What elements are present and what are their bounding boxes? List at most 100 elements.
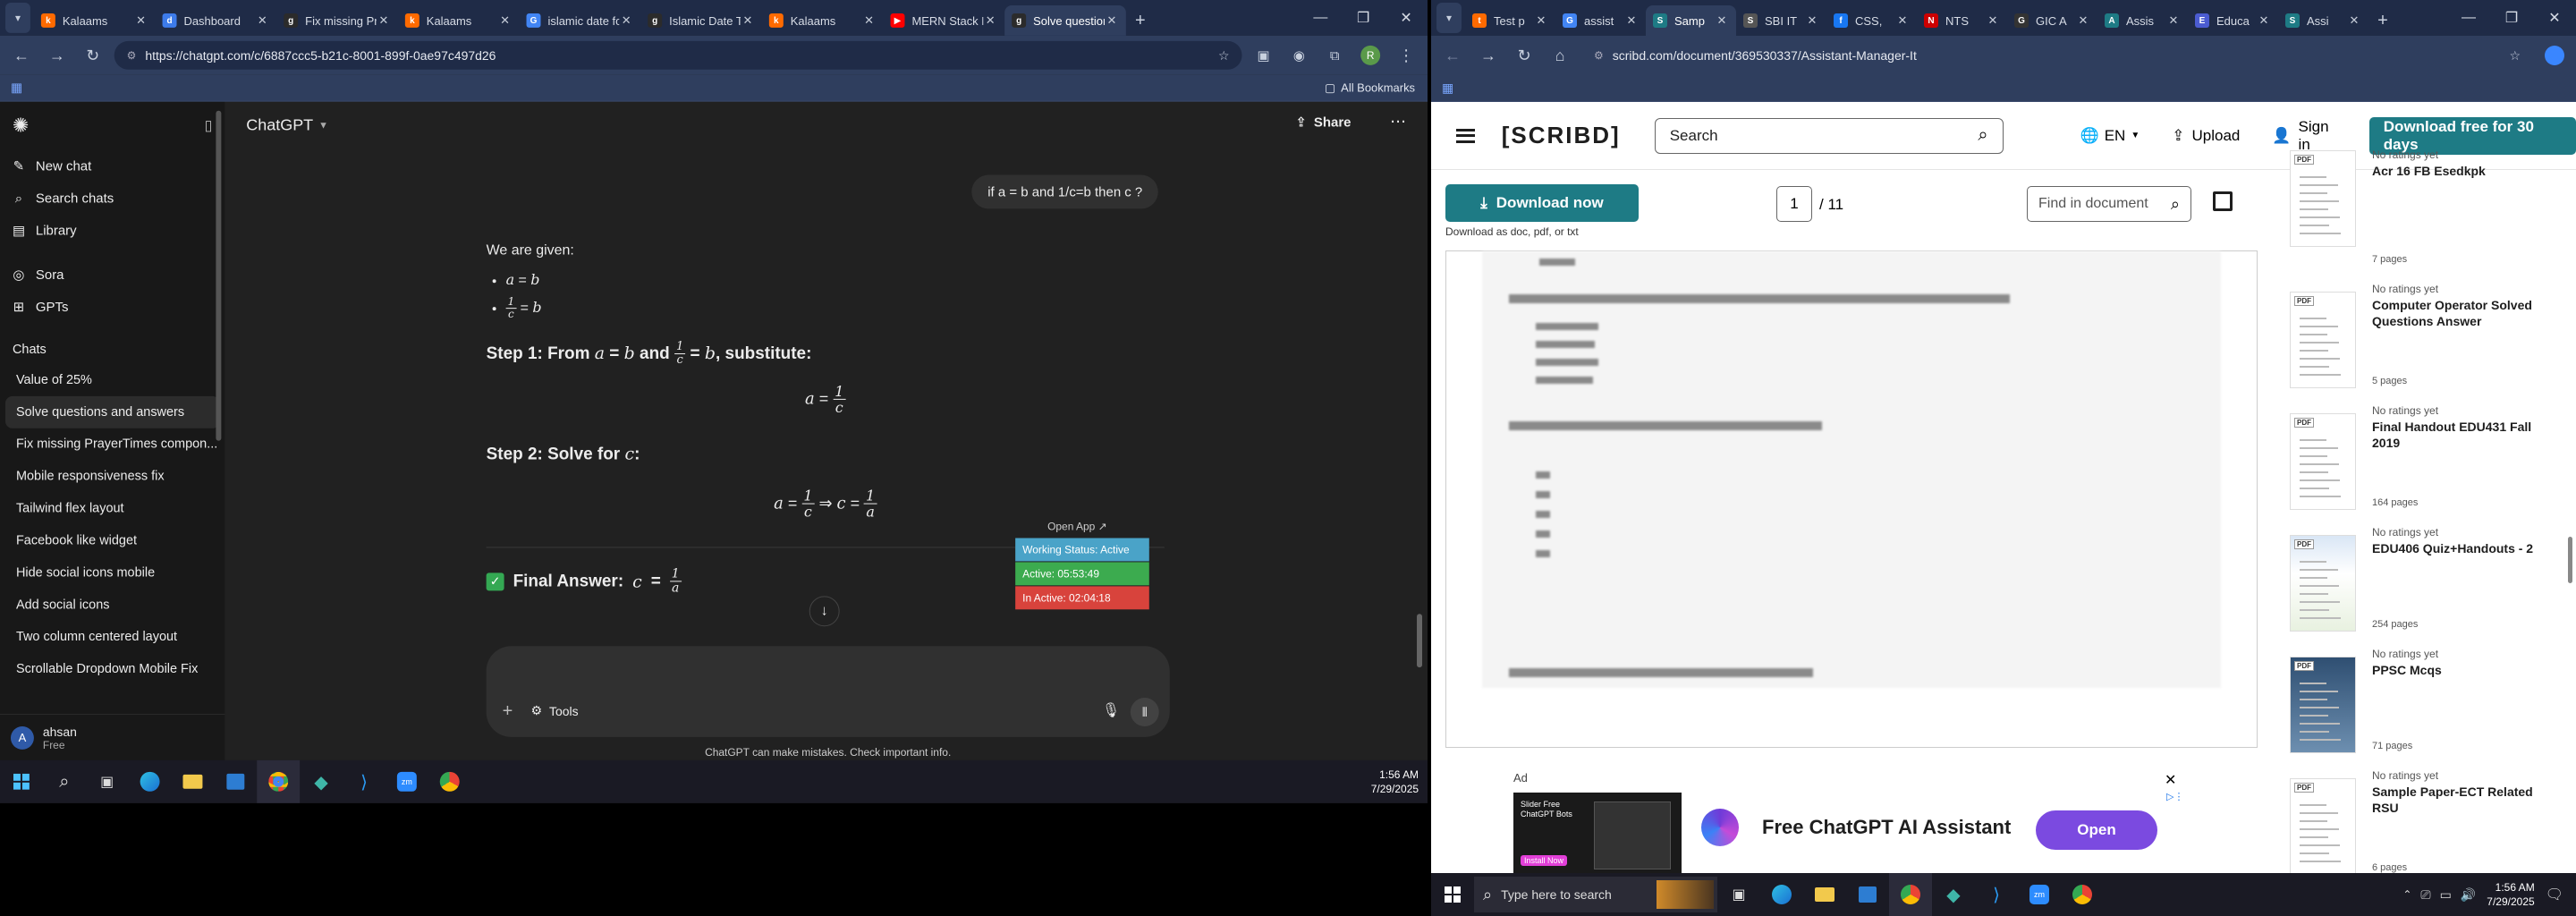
tray-chevron-icon[interactable]: ⌃	[2402, 888, 2411, 901]
apps-grid-icon[interactable]: ▦	[1442, 81, 1453, 96]
page-number-input[interactable]: 1	[1776, 186, 1812, 222]
url-field[interactable]: ⚙ https://chatgpt.com/c/6887ccc5-b21c-80…	[114, 40, 1242, 70]
share-button[interactable]: ⇪ Share	[1295, 114, 1351, 130]
chrome-icon[interactable]	[1889, 873, 1932, 916]
back-icon[interactable]: ←	[7, 41, 36, 70]
chat-history-item[interactable]: Add social icons	[5, 589, 219, 621]
tools-button[interactable]: ⚙ Tools	[531, 703, 579, 718]
recommended-document[interactable]: PDF No ratings yet PPSC Mcqs 71 pages	[2290, 646, 2567, 768]
chat-history-item[interactable]: Mobile responsiveness fix	[5, 461, 219, 493]
download-now-button[interactable]: ⤓ Download now	[1445, 184, 1639, 222]
chrome-icon[interactable]	[257, 759, 301, 803]
system-clock[interactable]: 1:56 AM 7/29/2025	[2487, 880, 2545, 909]
chat-history-item[interactable]: Fix missing PrayerTimes compon...	[5, 428, 219, 461]
openai-logo-icon[interactable]: ✺	[13, 114, 29, 138]
chat-history-item[interactable]: Value of 25%	[5, 364, 219, 396]
browser-tab[interactable]: S SBI IT ✕	[1736, 5, 1826, 36]
tab-close-icon[interactable]: ✕	[1624, 13, 1639, 28]
chrome-icon-2[interactable]	[2061, 873, 2104, 916]
notifications-icon[interactable]: 🗨	[2546, 886, 2576, 903]
tab-close-icon[interactable]: ✕	[1105, 13, 1119, 28]
scroll-down-button[interactable]: ↓	[809, 596, 840, 627]
store-icon[interactable]	[214, 760, 257, 803]
home-icon[interactable]: ⌂	[1546, 41, 1574, 70]
browser-tab[interactable]: d Dashboard ✕	[156, 5, 277, 36]
hamburger-menu-icon[interactable]	[1456, 128, 1475, 143]
browser-tab[interactable]: S Samp ✕	[1646, 5, 1736, 36]
tab-close-icon[interactable]: ✕	[498, 13, 513, 28]
browser-tab[interactable]: g Islamic Date To ✕	[640, 5, 762, 36]
tab-close-icon[interactable]: ✕	[134, 13, 148, 28]
tab-search-icon[interactable]: ▾	[1436, 3, 1462, 33]
bookmark-star-icon[interactable]: ☆	[2509, 48, 2521, 64]
sidebar-scrollbar[interactable]	[216, 110, 222, 441]
system-clock[interactable]: 1:56 AM 7/29/2025	[1371, 768, 1428, 796]
extension-icon-2[interactable]: ◉	[1284, 41, 1313, 70]
tab-close-icon[interactable]: ✕	[255, 13, 269, 28]
sidebar-item[interactable]: ⌕ Search chats	[0, 182, 225, 214]
sidebar-item[interactable]: ✎ New chat	[0, 150, 225, 182]
ad-open-button[interactable]: Open	[2036, 810, 2157, 850]
tab-close-icon[interactable]: ✕	[2166, 13, 2181, 28]
new-tab-button[interactable]: +	[1126, 5, 1155, 36]
forward-icon[interactable]: →	[43, 41, 72, 70]
network-icon[interactable]: ⎚	[2420, 887, 2430, 903]
recommended-document[interactable]: PDF No ratings yet EDU406 Quiz+Handouts - …	[2290, 524, 2567, 646]
language-selector[interactable]: 🌐 EN ▼	[2080, 127, 2140, 145]
close-sidebar-icon[interactable]: ▯	[205, 117, 213, 135]
recommendations-scrollbar[interactable]	[2568, 537, 2572, 583]
tab-close-icon[interactable]: ✕	[2347, 13, 2361, 28]
search-icon[interactable]: ⌕	[43, 760, 86, 803]
all-bookmarks-icon[interactable]: ▢	[1325, 81, 1335, 95]
windows-start-icon[interactable]	[0, 760, 43, 803]
more-options-icon[interactable]: ⋯	[1390, 113, 1406, 131]
reload-icon[interactable]: ↻	[79, 41, 107, 70]
file-explorer-icon[interactable]	[1803, 873, 1846, 916]
browser-tab[interactable]: k Kalaams ✕	[398, 5, 520, 36]
browser-tab[interactable]: ▶ MERN Stack Ful✕	[884, 5, 1005, 36]
browser-menu-icon[interactable]: ⋮	[1392, 41, 1420, 70]
volume-icon[interactable]: 🔊	[2461, 887, 2476, 903]
file-explorer-icon[interactable]	[172, 760, 215, 803]
edge-icon[interactable]	[129, 760, 172, 803]
minimize-icon[interactable]: —	[1299, 0, 1342, 36]
user-profile[interactable]: A ahsan Free	[0, 714, 225, 760]
reload-icon[interactable]: ↻	[1510, 41, 1538, 70]
chat-history-item[interactable]: Hide social icons mobile	[5, 556, 219, 589]
add-attachment-icon[interactable]: +	[503, 701, 513, 722]
tab-close-icon[interactable]: ✕	[377, 13, 391, 28]
profile-avatar[interactable]	[2540, 41, 2569, 70]
tab-close-icon[interactable]: ✕	[2076, 13, 2090, 28]
tab-close-icon[interactable]: ✕	[862, 13, 877, 28]
ad-thumbnail[interactable]: Slider Free ChatGPT Bots Install Now	[1513, 793, 1682, 878]
find-in-document[interactable]: Find in document ⌕	[2027, 186, 2191, 222]
sidebar-item[interactable]: ▤ Library	[0, 214, 225, 246]
tab-close-icon[interactable]: ✕	[1715, 13, 1729, 28]
vscode-insiders-icon[interactable]: ◆	[1932, 873, 1975, 916]
document-viewer[interactable]	[1445, 250, 2258, 748]
chat-history-item[interactable]: Facebook like widget	[5, 525, 219, 557]
battery-icon[interactable]: ▭	[2440, 887, 2452, 903]
voice-mode-button[interactable]: ⦀	[1130, 698, 1159, 726]
apps-grid-icon[interactable]: ▦	[11, 81, 22, 96]
composer[interactable]: + ⚙ Tools 🎙 ⦀	[486, 646, 1170, 737]
sidebar-item[interactable]: ◎ Sora	[0, 259, 225, 291]
microphone-icon[interactable]: 🎙	[1102, 701, 1120, 719]
browser-tab[interactable]: t Test p ✕	[1465, 5, 1555, 36]
new-tab-button[interactable]: +	[2368, 5, 2397, 36]
recommended-document[interactable]: PDF No ratings yet Final Handout EDU431 Fa…	[2290, 403, 2567, 524]
tab-close-icon[interactable]: ✕	[619, 13, 633, 28]
upload-link[interactable]: ⇪ Upload	[2172, 127, 2240, 145]
maximize-icon[interactable]: ❐	[2490, 0, 2533, 36]
tab-close-icon[interactable]: ✕	[741, 13, 755, 28]
browser-tab[interactable]: G GIC A ✕	[2007, 5, 2097, 36]
browser-tab[interactable]: k Kalaams ✕	[34, 5, 156, 36]
browser-tab[interactable]: Gislamic date fo ✕	[520, 5, 641, 36]
minimize-icon[interactable]: —	[2447, 0, 2490, 36]
ad-info-icon[interactable]: ▷⋮	[2166, 791, 2183, 802]
chat-history-item[interactable]: Solve questions and answers	[4, 395, 220, 428]
fullscreen-icon[interactable]	[2213, 191, 2233, 211]
browser-tab[interactable]: k Kalaams ✕	[762, 5, 884, 36]
chat-history-item[interactable]: Scrollable Dropdown Mobile Fix	[5, 653, 219, 685]
vscode-icon[interactable]: ⟩	[343, 760, 386, 803]
